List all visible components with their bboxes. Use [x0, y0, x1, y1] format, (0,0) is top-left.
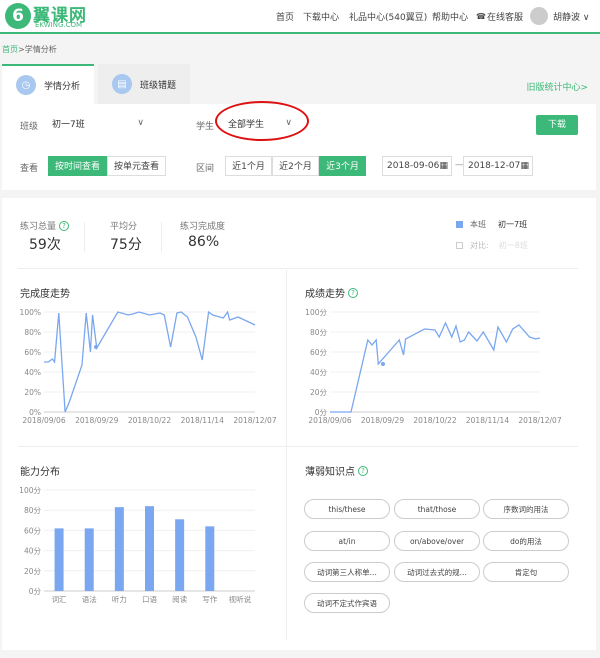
- score-chart-x-tick: 2018/09/29: [361, 416, 404, 425]
- score-chart-y-tick: 60分: [310, 348, 328, 357]
- ability-chart-y-tick: 40分: [24, 547, 42, 556]
- ability-chart-y-tick: 20分: [24, 567, 42, 576]
- ability-chart-category-label: 语法: [82, 594, 97, 604]
- completion-chart-point: [94, 345, 98, 349]
- completion-chart-y-tick: 80%: [24, 328, 41, 337]
- score-chart-x-tick: 2018/10/22: [413, 416, 456, 425]
- ability-chart-category-label: 词汇: [52, 595, 67, 604]
- weak-point-pill[interactable]: 序数词的用法: [483, 499, 569, 519]
- score-chart-point: [381, 362, 385, 366]
- completion-chart-x-tick: 2018/10/22: [128, 416, 171, 425]
- completion-chart-y-tick: 40%: [24, 368, 41, 377]
- weak-point-pill[interactable]: do的用法: [483, 531, 569, 551]
- completion-chart-x-tick: 2018/11/14: [181, 416, 224, 425]
- weak-point-pill[interactable]: at/in: [304, 531, 390, 551]
- weak-point-pill[interactable]: that/those: [394, 499, 480, 519]
- weak-point-pill[interactable]: on/above/over: [394, 531, 480, 551]
- completion-chart-x-tick: 2018/09/29: [75, 416, 118, 425]
- ability-chart-bar: [175, 519, 185, 591]
- score-chart-y-tick: 100分: [305, 308, 327, 317]
- score-chart-y-tick: 20分: [310, 388, 328, 397]
- completion-chart-series-line: [44, 310, 256, 413]
- weak-point-pill[interactable]: 动词不定式作宾语: [304, 593, 390, 613]
- score-chart-series-line: [330, 321, 541, 413]
- ability-chart-category-label: 听力: [112, 594, 127, 604]
- charts-canvas: 100%80%60%40%20%0%2018/09/06 2018/09/29 20…: [19, 308, 562, 604]
- ability-chart-category-label: 写作: [202, 594, 217, 604]
- completion-chart-x-tick: 2018/12/07: [233, 416, 276, 425]
- ability-chart-category-label: 口语: [142, 594, 157, 604]
- ability-chart-bar: [84, 528, 94, 591]
- ability-chart-bar: [205, 526, 215, 591]
- ability-chart-category-label: 阅读: [172, 594, 187, 604]
- ability-chart-y-tick: 60分: [24, 526, 42, 535]
- completion-chart-x-tick: 2018/09/06: [22, 416, 65, 425]
- score-chart-y-tick: 80分: [310, 328, 328, 337]
- completion-chart-y-tick: 60%: [24, 348, 41, 357]
- score-chart-x-tick: 2018/11/14: [466, 416, 509, 425]
- weak-point-pill[interactable]: 肯定句: [483, 562, 569, 582]
- ability-chart-bar: [145, 506, 154, 591]
- ability-chart-y-tick: 100分: [19, 486, 41, 495]
- ability-chart-y-tick: 0分: [29, 587, 42, 596]
- weak-point-pill[interactable]: 动词第三人称单...: [304, 562, 390, 582]
- weak-point-pill[interactable]: 动词过去式的规...: [394, 562, 480, 582]
- score-chart-y-tick: 40分: [310, 368, 328, 377]
- completion-chart-y-tick: 100%: [20, 308, 41, 317]
- ability-chart-bar: [54, 528, 64, 591]
- weak-point-pill[interactable]: this/these: [304, 499, 390, 519]
- score-chart-x-tick: 2018/09/06: [308, 416, 351, 425]
- completion-chart-y-tick: 20%: [24, 388, 41, 397]
- score-chart-x-tick: 2018/12/07: [518, 416, 561, 425]
- ability-chart-bar: [114, 507, 124, 591]
- ability-chart-y-tick: 80分: [24, 506, 42, 515]
- ability-chart-category-label: 视听说: [229, 594, 252, 604]
